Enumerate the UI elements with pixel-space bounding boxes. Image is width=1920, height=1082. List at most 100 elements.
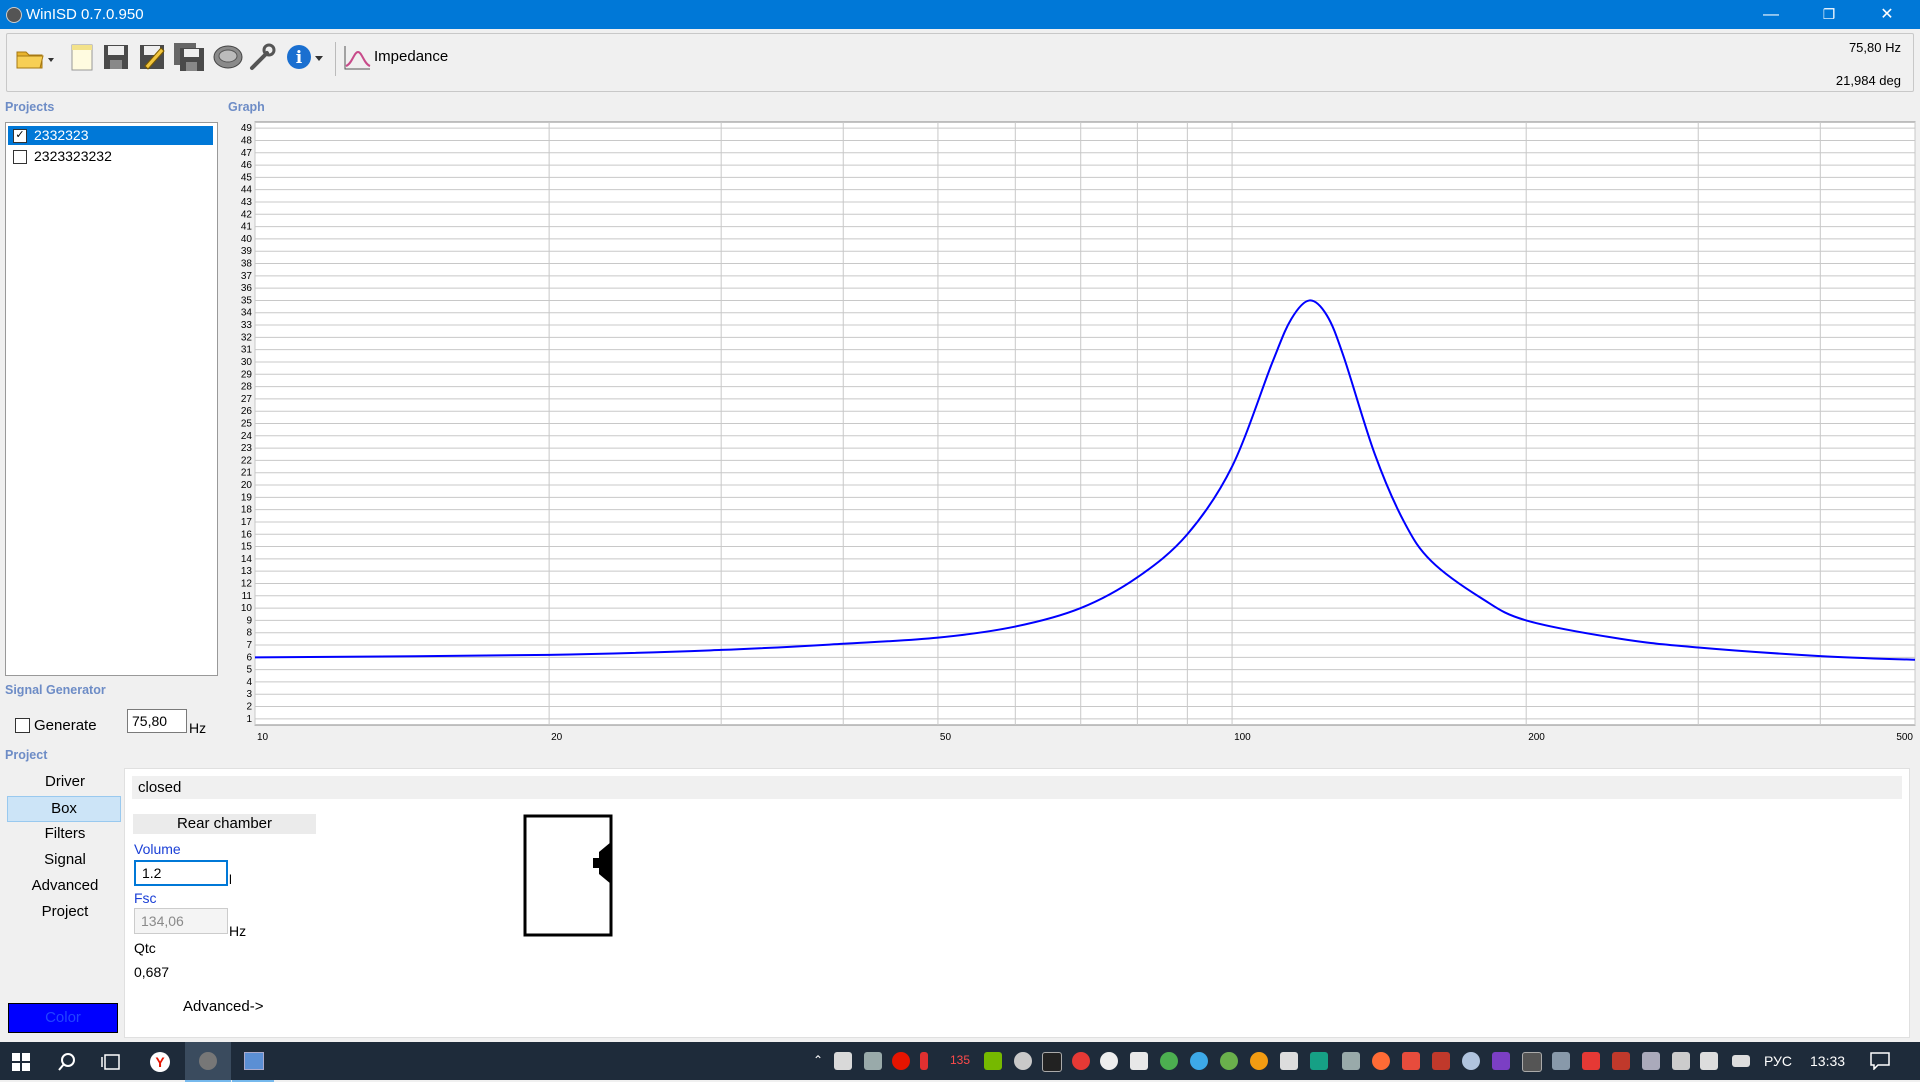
nav-driver[interactable]: Driver	[7, 770, 123, 794]
save-icon[interactable]	[101, 42, 131, 72]
title-bar: WinISD 0.7.0.950 — ❐ ✕	[0, 0, 1920, 29]
language-indicator[interactable]: РУС	[1764, 1053, 1792, 1069]
battery-icon[interactable]	[1732, 1055, 1750, 1067]
box-type-select[interactable]: closed	[132, 776, 1902, 799]
save-all-icon[interactable]	[173, 42, 204, 72]
yandex-browser-icon[interactable]: Y	[150, 1052, 170, 1072]
y-tick-label: 45	[241, 172, 253, 183]
usb-icon[interactable]	[1280, 1052, 1298, 1070]
taskbar-secondary-app[interactable]	[232, 1042, 274, 1082]
close-button[interactable]: ✕	[1858, 0, 1916, 29]
new-project-icon[interactable]	[67, 42, 97, 72]
y-tick-label: 4	[246, 677, 252, 688]
network-app-icon[interactable]	[1190, 1052, 1208, 1070]
y-tick-label: 33	[241, 320, 253, 331]
shield-icon[interactable]	[1310, 1052, 1328, 1070]
y-tick-label: 8	[246, 628, 252, 639]
nvidia-icon[interactable]	[984, 1052, 1002, 1070]
taskbar-winisd-app[interactable]	[185, 1042, 231, 1082]
y-tick-label: 12	[241, 578, 253, 589]
nav-advanced[interactable]: Advanced	[7, 874, 123, 898]
project-label: 2332323	[34, 127, 89, 143]
media-play-icon[interactable]	[864, 1052, 882, 1070]
y-tick-label: 42	[241, 209, 253, 220]
discord-icon[interactable]	[834, 1052, 852, 1070]
impedance-chart[interactable]: 1234567891011121314151617181920212223242…	[223, 118, 1917, 748]
airplane-icon[interactable]	[1552, 1052, 1570, 1070]
volume-icon[interactable]	[1700, 1052, 1718, 1070]
security-center-icon[interactable]	[1582, 1052, 1600, 1070]
impedance-graph-icon[interactable]	[342, 42, 372, 72]
advanced-button[interactable]: Advanced->	[183, 998, 263, 1015]
app-icon	[6, 7, 22, 23]
rear-chamber-tab[interactable]: Rear chamber	[133, 814, 316, 834]
project-item[interactable]: ✓ 2332323	[8, 126, 213, 145]
keyboard-layout-icon[interactable]	[1432, 1052, 1450, 1070]
y-tick-label: 37	[241, 271, 253, 282]
info-icon[interactable]: i	[285, 42, 323, 72]
display-app-icon[interactable]	[1492, 1052, 1510, 1070]
generate-checkbox[interactable]	[15, 718, 30, 733]
utorrent-icon[interactable]	[1160, 1052, 1178, 1070]
wifi-icon[interactable]	[1342, 1052, 1360, 1070]
signal-frequency-input[interactable]	[127, 709, 187, 733]
notifications-icon[interactable]	[1870, 1052, 1890, 1070]
open-folder-icon[interactable]	[15, 42, 54, 72]
nav-box[interactable]: Box	[7, 796, 121, 822]
tray-counter-badge[interactable]: 135	[950, 1053, 970, 1067]
y-tick-label: 28	[241, 382, 253, 393]
project-checkbox[interactable]	[13, 150, 27, 164]
task-view-icon[interactable]	[101, 1053, 121, 1071]
clock[interactable]: 13:33	[1810, 1053, 1845, 1069]
flower-app-icon[interactable]	[1250, 1052, 1268, 1070]
y-tick-label: 48	[241, 135, 253, 146]
y-tick-label: 44	[241, 185, 253, 196]
error-icon[interactable]	[1612, 1052, 1630, 1070]
tray-chevron-icon[interactable]: ⌃	[813, 1053, 823, 1067]
y-tick-label: 2	[246, 702, 252, 713]
y-tick-label: 11	[242, 591, 253, 602]
y-tick-label: 7	[246, 640, 252, 651]
nav-signal[interactable]: Signal	[7, 848, 123, 872]
y-tick-label: 21	[241, 468, 253, 479]
red-circle-app-icon[interactable]	[1072, 1052, 1090, 1070]
nav-filters[interactable]: Filters	[7, 822, 123, 846]
epic-games-icon[interactable]	[1042, 1052, 1062, 1072]
color-button[interactable]: Color	[8, 1003, 118, 1033]
nav-project[interactable]: Project	[7, 900, 123, 924]
user-icon[interactable]	[1672, 1052, 1690, 1070]
x-tick-label: 200	[1528, 732, 1545, 743]
volume-label: Volume	[134, 841, 181, 857]
graph-select-dropdown[interactable]: Impedance	[374, 48, 448, 65]
save-as-icon[interactable]	[137, 42, 167, 72]
wrench-icon[interactable]	[247, 42, 277, 72]
minimize-button[interactable]: —	[1742, 0, 1800, 29]
y-tick-label: 3	[246, 689, 252, 700]
project-item[interactable]: 2323323232	[8, 147, 213, 166]
x-tick-label: 20	[551, 732, 563, 743]
y-tick-label: 26	[241, 406, 253, 417]
driver-icon[interactable]	[212, 42, 243, 72]
sync-icon[interactable]	[1014, 1052, 1032, 1070]
cloud-app-icon[interactable]	[1100, 1052, 1118, 1070]
pause-icon[interactable]	[920, 1052, 928, 1070]
y-tick-label: 35	[241, 295, 253, 306]
windows-start-icon[interactable]	[12, 1053, 30, 1071]
y-tick-label: 38	[241, 259, 253, 270]
y-tick-label: 39	[241, 246, 253, 257]
map-pin-icon[interactable]	[1220, 1052, 1238, 1070]
tablet-icon[interactable]	[1522, 1052, 1542, 1072]
network-status-icon[interactable]	[1642, 1052, 1660, 1070]
yandex-tray-icon[interactable]	[892, 1052, 910, 1070]
search-icon[interactable]	[57, 1052, 77, 1072]
window-app-icon[interactable]	[1130, 1052, 1148, 1070]
window-title: WinISD 0.7.0.950	[26, 6, 144, 23]
steam-icon[interactable]	[1462, 1052, 1480, 1070]
project-checkbox[interactable]: ✓	[13, 129, 27, 143]
origin-icon[interactable]	[1372, 1052, 1390, 1070]
y-tick-label: 18	[241, 505, 253, 516]
restore-button[interactable]: ❐	[1800, 0, 1858, 29]
box-panel: closed Rear chamber Volume l Fsc Hz Qtc …	[124, 768, 1910, 1038]
red-app-icon[interactable]	[1402, 1052, 1420, 1070]
volume-input[interactable]	[134, 860, 228, 886]
